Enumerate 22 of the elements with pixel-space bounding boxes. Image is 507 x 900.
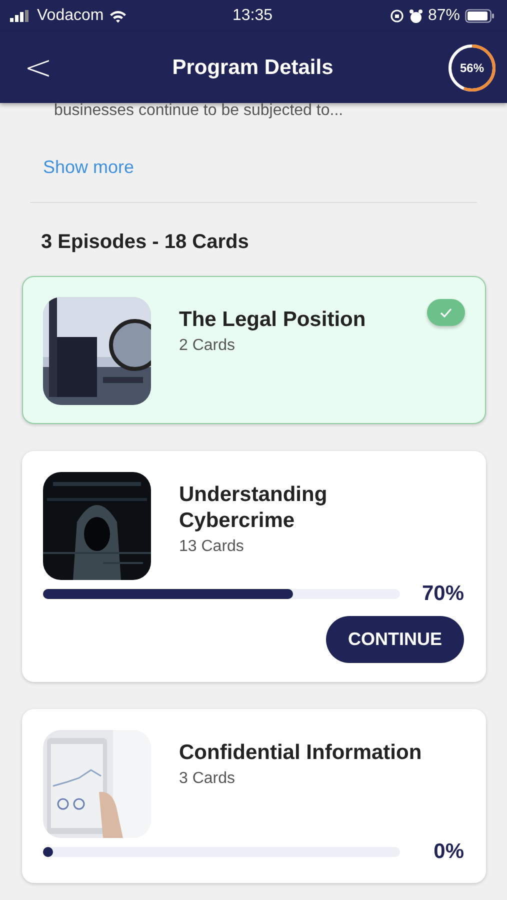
episode-title: The Legal Position <box>179 307 367 333</box>
carrier-name: Vodacom <box>37 7 104 25</box>
progress-percent: 0% <box>432 840 464 864</box>
card-count: 3 Cards <box>179 770 236 788</box>
battery-icon <box>465 9 496 23</box>
alarm-icon <box>408 8 423 24</box>
back-button[interactable]: < <box>18 50 58 84</box>
battery-percent: 87% <box>428 7 460 25</box>
description-text: businesses continue to be subjected to... <box>53 101 344 121</box>
progress-ring: 56% <box>447 42 497 92</box>
episode-title: Confidential Information <box>179 740 423 766</box>
clock-time: 13:35 <box>232 7 273 25</box>
card-count: 2 Cards <box>179 337 236 355</box>
continue-button[interactable]: CONTINUE <box>326 616 464 663</box>
episodes-summary: 3 Episodes - 18 Cards <box>41 231 250 254</box>
check-badge <box>427 299 465 326</box>
card-count: 13 Cards <box>179 538 245 556</box>
progress-percent: 70% <box>420 582 464 606</box>
rotation-lock-icon <box>390 9 404 23</box>
screen-title: Program Details <box>171 56 334 80</box>
episode-title: Understanding Cybercrime <box>179 482 328 534</box>
wifi-icon <box>108 10 127 22</box>
